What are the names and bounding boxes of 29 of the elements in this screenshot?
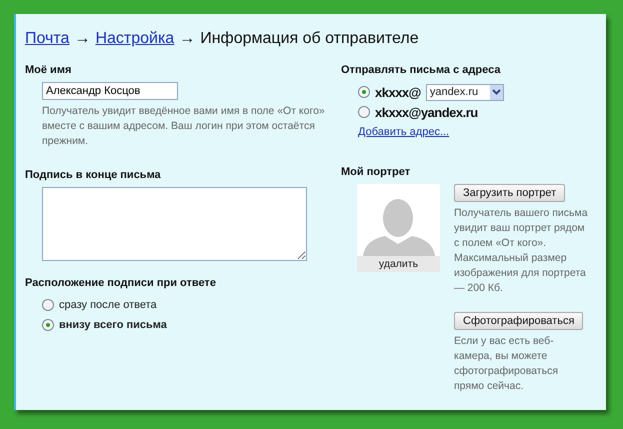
email-address: xkxxx@ bbox=[375, 84, 421, 100]
section-title: Расположение подписи при ответе bbox=[25, 277, 217, 289]
radio-button[interactable] bbox=[358, 86, 370, 98]
section-title: Отправлять письма с адреса bbox=[341, 64, 502, 76]
radio-button[interactable] bbox=[42, 319, 54, 331]
radio-button[interactable] bbox=[42, 299, 54, 311]
section-title: Моё имя bbox=[25, 64, 72, 76]
radio-label: сразу после ответа bbox=[59, 299, 157, 311]
breadcrumb-separator: → bbox=[179, 30, 196, 48]
name-field[interactable]: Александр Косцов bbox=[42, 82, 178, 100]
email-address: xkxxx@yandex.ru bbox=[375, 104, 478, 120]
domain-select[interactable]: yandex.ru bbox=[426, 84, 504, 100]
radio-label: внизу всего письма bbox=[59, 319, 167, 331]
section-title: Подпись в конце письма bbox=[25, 169, 162, 181]
breadcrumb-link[interactable]: Почта bbox=[25, 30, 70, 48]
breadcrumb-link[interactable]: Настройка bbox=[95, 30, 174, 48]
upload-hint: Получатель вашего письма увидит ваш портрет рядом с полем «От кого». Максимальный размер изображения для портрета — 200 Кб. bbox=[454, 206, 589, 296]
radio-button[interactable] bbox=[358, 106, 370, 118]
upload-portrait-button[interactable]: Загрузить портрет bbox=[454, 184, 566, 202]
signature-field[interactable] bbox=[42, 187, 307, 261]
delete-link[interactable]: удалить bbox=[357, 256, 440, 272]
take-photo-button[interactable]: Сфотографироваться bbox=[454, 312, 584, 330]
camera-hint: Если у вас есть веб-камера, вы можете сфотографироваться прямо сейчас. bbox=[454, 334, 560, 394]
add-address-link[interactable]: Добавить адрес... bbox=[358, 126, 450, 138]
caret-icon bbox=[492, 89, 501, 95]
name-hint: Получатель увидит введённое вами имя в поле «От кого» вместе с вашим адресом. Ваш логин при этом остаётся прежним. bbox=[42, 104, 326, 149]
section-title: Мой портрет bbox=[341, 166, 412, 178]
breadcrumb-separator: → bbox=[74, 30, 90, 48]
page-title: Информация об отправителе bbox=[200, 30, 419, 48]
